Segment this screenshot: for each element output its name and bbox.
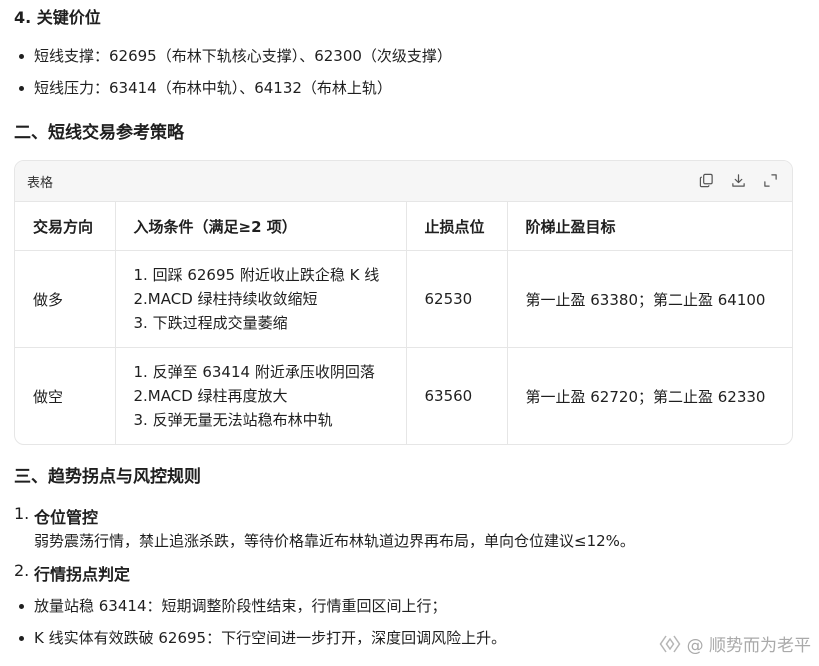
header-take-profit: 阶梯止盈目标 (507, 202, 792, 251)
reversal-bullets: 放量站稳 63414：短期调整阶段性结束，行情重回区间上行； K 线实体有效跌破… (0, 590, 506, 654)
watermark: @ 顺势而为老平 (659, 631, 811, 656)
table-card-title: 表格 (27, 176, 54, 191)
cell-direction: 做空 (15, 347, 116, 444)
header-entry-conditions: 入场条件（满足≥2 项） (115, 202, 407, 251)
condition-line: 3. 反弹无量无法站稳布林中轨 (133, 411, 333, 429)
table-card-header: 表格 (15, 161, 792, 202)
header-stop-loss: 止损点位 (406, 202, 508, 251)
key-levels-heading: 4. 关键价位 (14, 8, 101, 27)
table-toolbar (697, 171, 780, 190)
resistance-levels-item: 短线压力：63414（布林中轨）、64132（布林上轨） (0, 72, 452, 104)
cell-conditions: 1. 反弹至 63414 附近承压收阴回落 2.MACD 绿柱再度放大 3. 反… (115, 347, 407, 444)
cell-stop-loss: 62530 (406, 250, 508, 348)
key-levels-list: 短线支撑：62695（布林下轨核心支撑）、62300（次级支撑） 短线压力：63… (0, 40, 452, 104)
list-number: 1. (14, 504, 30, 523)
section-strategy-heading: 二、短线交易参考策略 (14, 123, 184, 143)
condition-line: 1. 回踩 62695 附近收止跌企稳 K 线 (133, 266, 380, 284)
cell-direction: 做多 (15, 250, 116, 348)
position-control-title: 仓位管控 (34, 508, 99, 527)
expand-icon[interactable] (761, 171, 780, 190)
cell-targets: 第一止盈 63380；第二止盈 64100 (507, 250, 792, 348)
strategy-table: 交易方向 入场条件（满足≥2 项） 止损点位 阶梯止盈目标 做多 1. 回踩 6… (15, 202, 792, 444)
table-row: 做多 1. 回踩 62695 附近收止跌企稳 K 线 2.MACD 绿柱持续收敛… (15, 250, 792, 348)
cell-targets: 第一止盈 62720；第二止盈 62330 (525, 387, 766, 406)
strategy-table-card: 表格 交易方向 入场条件（满足≥2 项） 止损点位 阶梯止盈目标 做多 1. 回… (14, 160, 793, 445)
support-levels-item: 短线支撑：62695（布林下轨核心支撑）、62300（次级支撑） (0, 40, 452, 72)
download-icon[interactable] (729, 171, 748, 190)
condition-line: 1. 反弹至 63414 附近承压收阴回落 (133, 363, 375, 381)
position-control-desc: 弱势震荡行情，禁止追涨杀跌，等待价格靠近布林轨道边界再布局，单向仓位建议≤12%… (34, 532, 635, 550)
bullet-upside-breakout: 放量站稳 63414：短期调整阶段性结束，行情重回区间上行； (0, 590, 506, 622)
cell-stop-loss: 63560 (406, 347, 508, 444)
table-header-row: 交易方向 入场条件（满足≥2 项） 止损点位 阶梯止盈目标 (15, 202, 792, 251)
condition-line: 2.MACD 绿柱持续收敛缩短 (133, 290, 318, 308)
cell-conditions: 1. 回踩 62695 附近收止跌企稳 K 线 2.MACD 绿柱持续收敛缩短 … (115, 250, 407, 348)
header-direction: 交易方向 (15, 202, 116, 251)
table-row: 做空 1. 反弹至 63414 附近承压收阴回落 2.MACD 绿柱再度放大 3… (15, 347, 792, 444)
reversal-judgement-title: 行情拐点判定 (34, 565, 131, 584)
copy-icon[interactable] (697, 171, 716, 190)
list-number: 2. (14, 561, 30, 580)
bullet-downside-break: K 线实体有效跌破 62695：下行空间进一步打开，深度回调风险上升。 (0, 622, 506, 654)
watermark-text: @ 顺势而为老平 (686, 636, 811, 656)
condition-line: 3. 下跌过程成交量萎缩 (133, 314, 288, 332)
section-risk-heading: 三、趋势拐点与风控规则 (14, 467, 201, 487)
watermark-logo-icon (659, 635, 681, 652)
condition-line: 2.MACD 绿柱再度放大 (133, 387, 288, 405)
